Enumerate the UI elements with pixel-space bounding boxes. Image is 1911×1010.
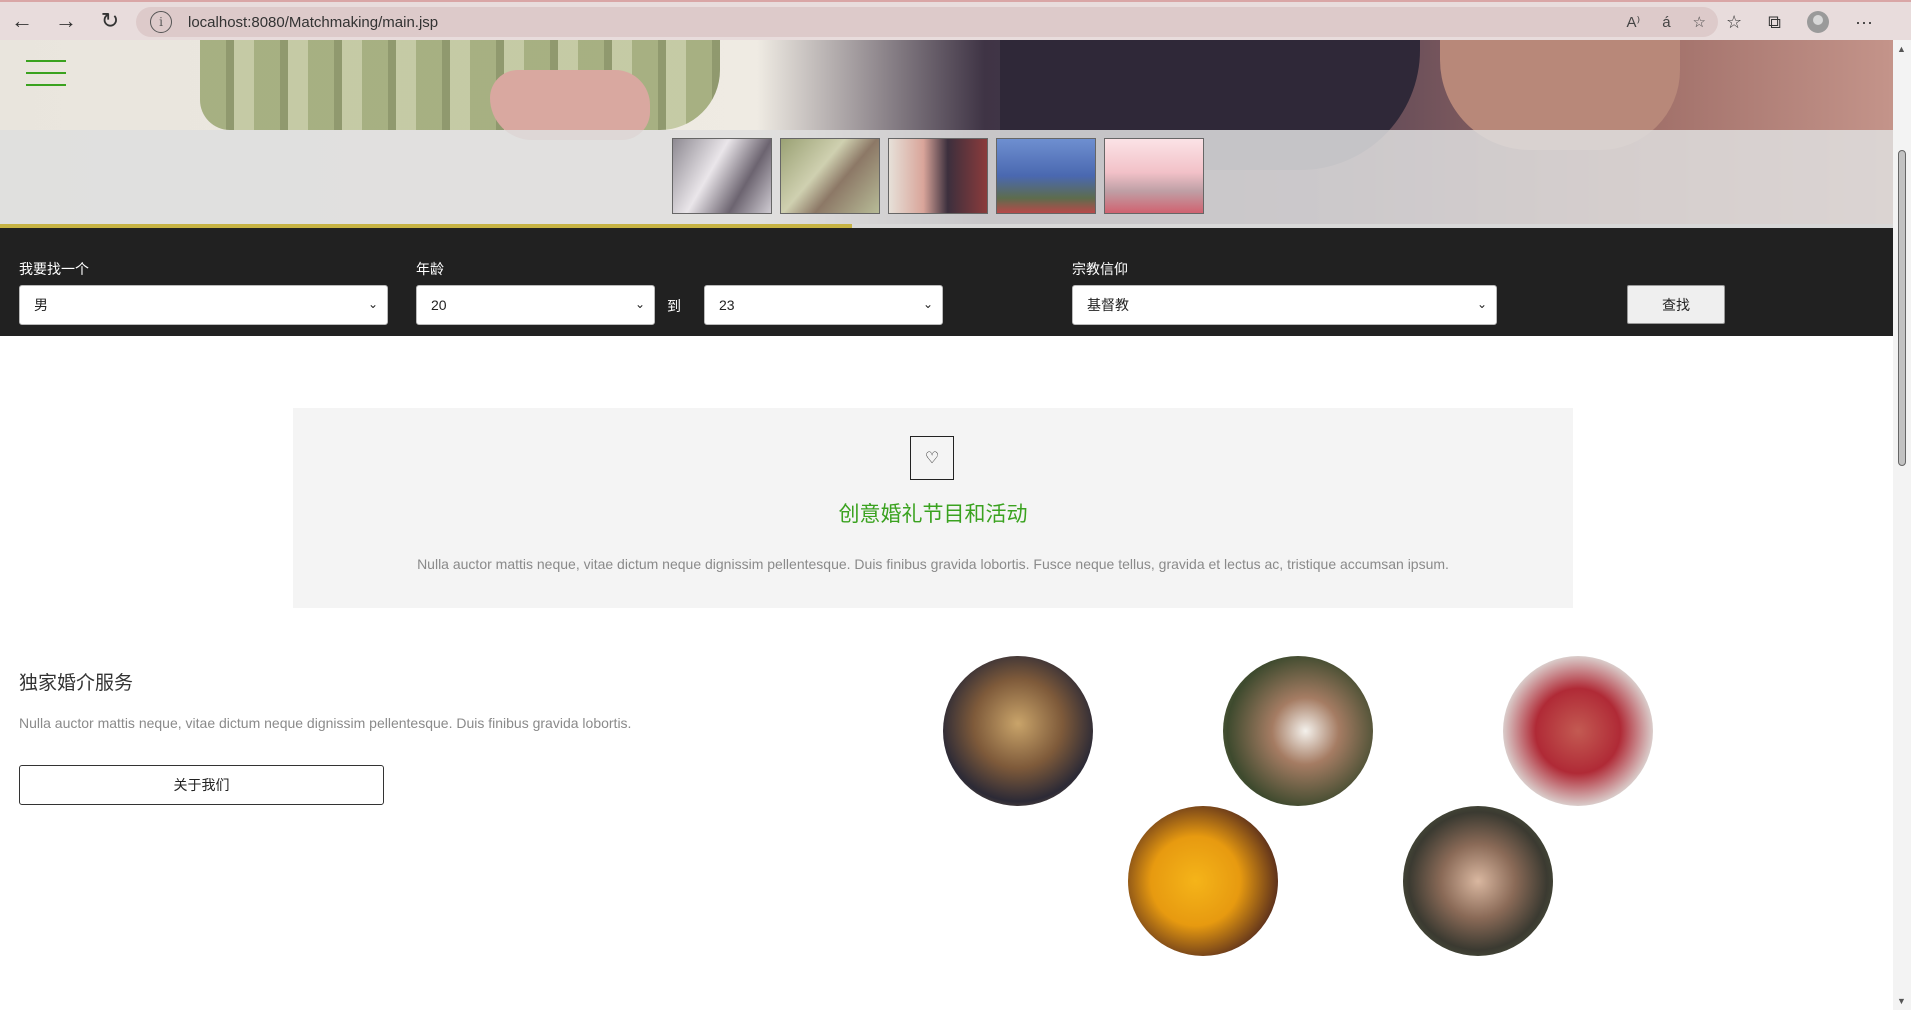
couple-photo-4 (1128, 806, 1278, 956)
looking-for-select[interactable]: 男 ⌄ (19, 285, 388, 325)
chevron-down-icon: ⌄ (367, 297, 378, 311)
thumbnail-4[interactable] (996, 138, 1096, 214)
address-bar[interactable]: i localhost:8080/Matchmaking/main.jsp A⁾… (136, 7, 1718, 37)
address-url[interactable]: localhost:8080/Matchmaking/main.jsp (188, 14, 438, 31)
age-min-value: 20 (431, 297, 447, 313)
about-us-button[interactable]: 关于我们 (19, 765, 384, 805)
chevron-down-icon: ⌄ (1476, 297, 1487, 311)
scroll-down-icon[interactable]: ▼ (1897, 996, 1906, 1006)
religion-select[interactable]: 基督教 ⌄ (1072, 285, 1497, 325)
services-title: 独家婚介服务 (19, 673, 134, 694)
add-favorite-icon[interactable]: ☆ (1693, 13, 1706, 31)
site-info-icon[interactable]: i (150, 11, 172, 33)
thumbnail-list (672, 138, 1204, 214)
collections-icon[interactable]: ⧉ (1768, 12, 1781, 33)
chevron-down-icon: ⌄ (634, 297, 645, 311)
forward-icon[interactable]: → (44, 1, 88, 41)
hero-slider (0, 40, 1893, 232)
religion-value: 基督教 (1087, 297, 1129, 313)
search-button[interactable]: 查找 (1627, 285, 1725, 324)
couple-photo-3 (1503, 656, 1653, 806)
thumbnail-1[interactable] (672, 138, 772, 214)
profile-avatar-icon[interactable] (1807, 11, 1829, 33)
back-icon[interactable]: ← (0, 1, 44, 41)
favorites-icon[interactable]: ☆ (1726, 12, 1742, 33)
feature-box: ♡ 创意婚礼节目和活动 Nulla auctor mattis neque, v… (293, 408, 1573, 608)
services-text: Nulla auctor mattis neque, vitae dictum … (19, 715, 632, 731)
page-scrollbar[interactable]: ▲ ▼ (1893, 40, 1911, 1010)
age-max-value: 23 (719, 297, 735, 313)
thumbnail-3[interactable] (888, 138, 988, 214)
page-viewport: 我要找一个 男 ⌄ 年龄 20 ⌄ 到 23 ⌄ 宗教信仰 基督教 ⌄ 查找 ♡… (0, 40, 1893, 1010)
couple-photo-1 (943, 656, 1093, 806)
menu-icon[interactable] (26, 60, 66, 88)
read-aloud-icon[interactable]: A⁾ (1627, 13, 1641, 31)
feature-title: 创意婚礼节目和活动 (838, 503, 1028, 526)
more-menu-icon[interactable]: ··· (1855, 12, 1873, 33)
age-to-label: 到 (667, 298, 681, 314)
thumbnail-strip (0, 130, 1893, 224)
couple-photo-5 (1403, 806, 1553, 956)
thumbnail-5[interactable] (1104, 138, 1204, 214)
looking-for-label: 我要找一个 (19, 261, 89, 277)
scrollbar-thumb[interactable] (1898, 150, 1906, 466)
thumbnail-2[interactable] (780, 138, 880, 214)
chevron-down-icon: ⌄ (922, 297, 933, 311)
age-min-select[interactable]: 20 ⌄ (416, 285, 655, 325)
age-label: 年龄 (416, 261, 444, 277)
browser-toolbar: ← → ↻ i localhost:8080/Matchmaking/main.… (0, 0, 1911, 40)
translate-icon[interactable]: á (1662, 14, 1670, 31)
heart-icon: ♡ (910, 436, 954, 480)
scroll-up-icon[interactable]: ▲ (1897, 44, 1906, 54)
age-max-select[interactable]: 23 ⌄ (704, 285, 943, 325)
feature-text: Nulla auctor mattis neque, vitae dictum … (417, 556, 1449, 572)
couple-photo-2 (1223, 656, 1373, 806)
religion-label: 宗教信仰 (1072, 261, 1128, 277)
looking-for-value: 男 (34, 297, 48, 313)
reload-icon[interactable]: ↻ (88, 1, 132, 41)
search-bar: 我要找一个 男 ⌄ 年龄 20 ⌄ 到 23 ⌄ 宗教信仰 基督教 ⌄ 查找 (0, 228, 1893, 336)
